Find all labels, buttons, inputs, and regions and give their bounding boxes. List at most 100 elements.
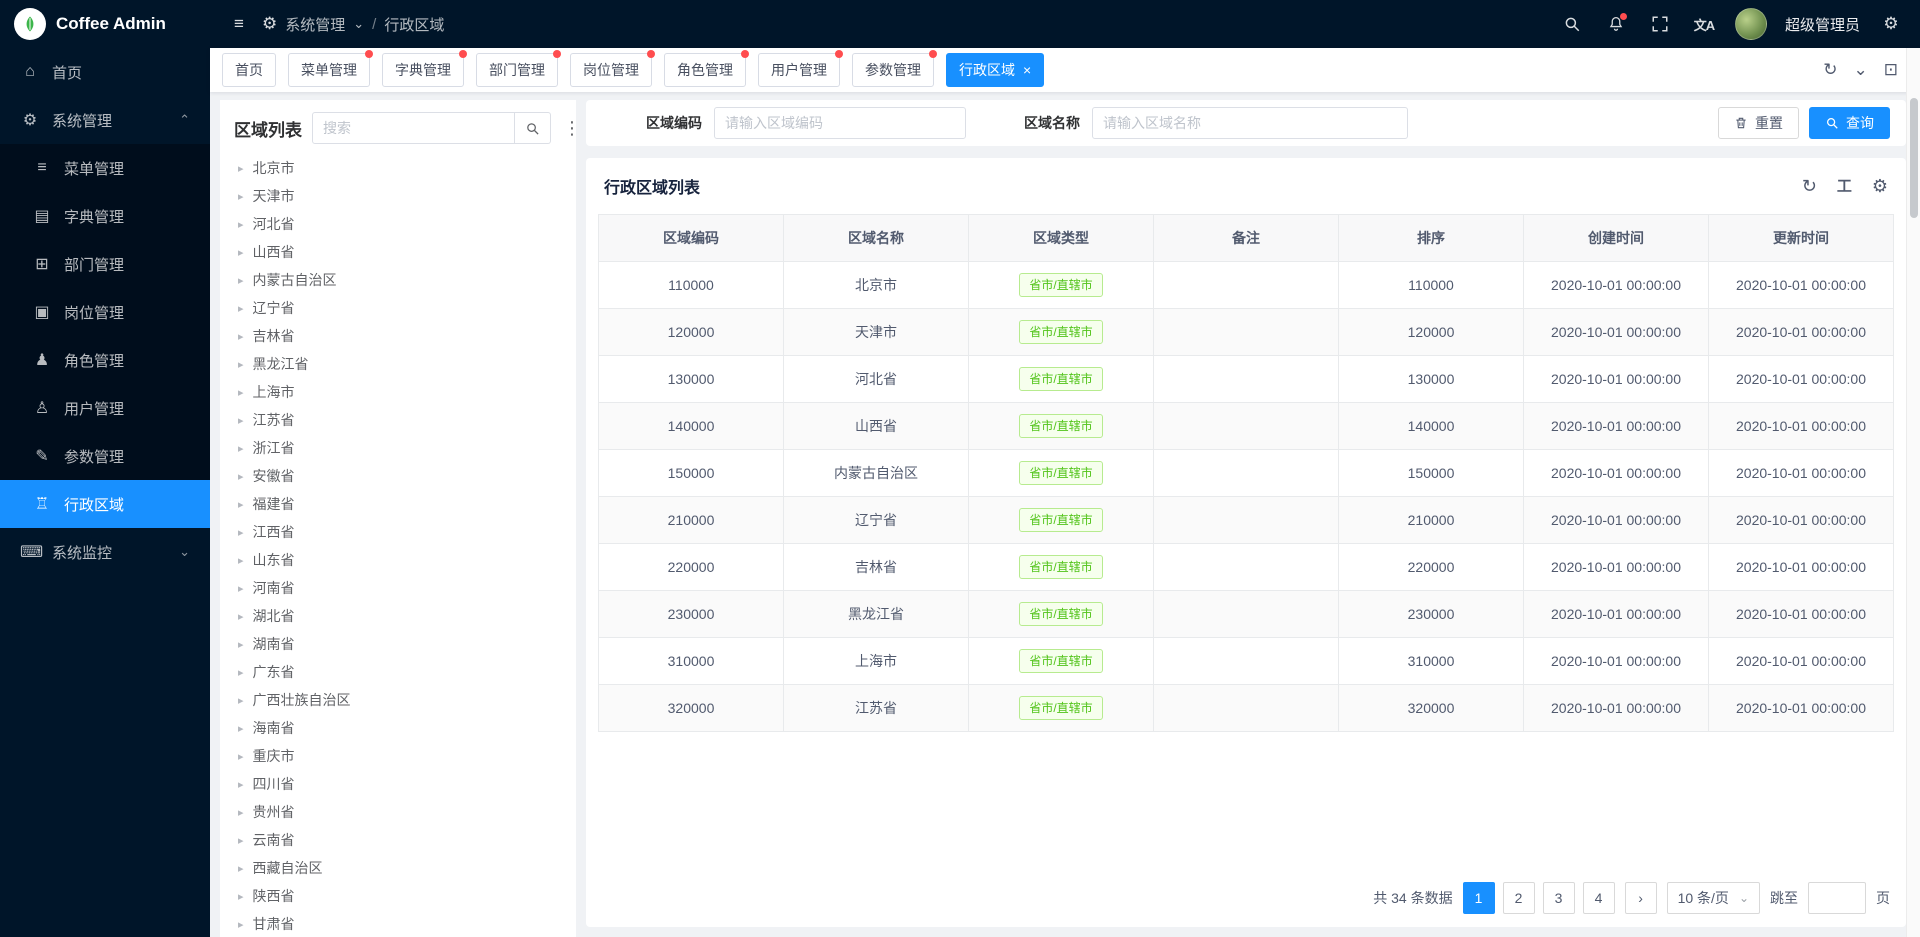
tab-param[interactable]: 参数管理 — [852, 53, 934, 87]
caret-right-icon[interactable]: ▸ — [238, 526, 244, 539]
app-logo[interactable]: Coffee Admin — [0, 0, 210, 48]
tree-node[interactable]: ▸安徽省 — [234, 462, 564, 490]
tree-node[interactable]: ▸吉林省 — [234, 322, 564, 350]
caret-right-icon[interactable]: ▸ — [238, 750, 244, 763]
search-icon[interactable] — [1559, 11, 1585, 37]
caret-right-icon[interactable]: ▸ — [238, 218, 244, 231]
caret-right-icon[interactable]: ▸ — [238, 610, 244, 623]
avatar[interactable] — [1735, 8, 1767, 40]
caret-right-icon[interactable]: ▸ — [238, 442, 244, 455]
caret-right-icon[interactable]: ▸ — [238, 862, 244, 875]
tab-region[interactable]: 行政区域× — [946, 53, 1044, 87]
tree-node[interactable]: ▸湖南省 — [234, 630, 564, 658]
tree-node[interactable]: ▸北京市 — [234, 154, 564, 182]
page-button-2[interactable]: 2 — [1503, 882, 1535, 914]
caret-right-icon[interactable]: ▸ — [238, 638, 244, 651]
tree-node[interactable]: ▸贵州省 — [234, 798, 564, 826]
more-dots-icon[interactable]: ⋮ — [561, 118, 576, 139]
tree-node[interactable]: ▸海南省 — [234, 714, 564, 742]
jump-page-input[interactable] — [1808, 882, 1866, 914]
tree-node[interactable]: ▸江西省 — [234, 518, 564, 546]
settings-gear-icon[interactable]: ⚙ — [1878, 11, 1904, 37]
tab-menu[interactable]: 菜单管理 — [288, 53, 370, 87]
caret-right-icon[interactable]: ▸ — [238, 554, 244, 567]
breadcrumb-root[interactable]: 系统管理 — [285, 14, 345, 35]
tree-node[interactable]: ▸西藏自治区 — [234, 854, 564, 882]
tree-node[interactable]: ▸重庆市 — [234, 742, 564, 770]
caret-right-icon[interactable]: ▸ — [238, 778, 244, 791]
sidebar-item-post[interactable]: ▣岗位管理 — [0, 288, 210, 336]
caret-right-icon[interactable]: ▸ — [238, 498, 244, 511]
tab-dict[interactable]: 字典管理 — [382, 53, 464, 87]
caret-right-icon[interactable]: ▸ — [238, 806, 244, 819]
sidebar-item-home[interactable]: ⌂首页 — [0, 48, 210, 96]
tree-node[interactable]: ▸甘肃省 — [234, 910, 564, 937]
layout-icon[interactable]: ⊡ — [1884, 60, 1898, 80]
tree-node[interactable]: ▸陕西省 — [234, 882, 564, 910]
sidebar-item-user[interactable]: ♙用户管理 — [0, 384, 210, 432]
caret-right-icon[interactable]: ▸ — [238, 694, 244, 707]
tree-node[interactable]: ▸上海市 — [234, 378, 564, 406]
tree-node[interactable]: ▸江苏省 — [234, 406, 564, 434]
tree-node[interactable]: ▸辽宁省 — [234, 294, 564, 322]
sidebar-item-monitor[interactable]: ⌨系统监控⌄ — [0, 528, 210, 576]
user-name[interactable]: 超级管理员 — [1785, 14, 1860, 35]
caret-right-icon[interactable]: ▸ — [238, 918, 244, 931]
region-code-input[interactable] — [714, 107, 966, 139]
tab-post[interactable]: 岗位管理 — [570, 53, 652, 87]
page-button-1[interactable]: 1 — [1463, 882, 1495, 914]
tree-node[interactable]: ▸山西省 — [234, 238, 564, 266]
sidebar-item-param[interactable]: ✎参数管理 — [0, 432, 210, 480]
sidebar-item-dict[interactable]: ▤字典管理 — [0, 192, 210, 240]
refresh-icon[interactable]: ↻ — [1823, 60, 1837, 80]
tree-search-button[interactable] — [515, 112, 551, 144]
caret-right-icon[interactable]: ▸ — [238, 470, 244, 483]
tree-node[interactable]: ▸浙江省 — [234, 434, 564, 462]
sidebar-item-system[interactable]: ⚙系统管理⌃ — [0, 96, 210, 144]
tab-dept[interactable]: 部门管理 — [476, 53, 558, 87]
tab-role[interactable]: 角色管理 — [664, 53, 746, 87]
tree-node[interactable]: ▸内蒙古自治区 — [234, 266, 564, 294]
caret-right-icon[interactable]: ▸ — [238, 414, 244, 427]
page-button-3[interactable]: 3 — [1543, 882, 1575, 914]
translate-icon[interactable]: 文A — [1691, 11, 1717, 37]
tab-user[interactable]: 用户管理 — [758, 53, 840, 87]
page-size-select[interactable]: 10 条/页 ⌄ — [1667, 882, 1760, 914]
collapse-menu-icon[interactable]: ≡ — [226, 11, 252, 37]
tree-node[interactable]: ▸湖北省 — [234, 602, 564, 630]
tree-node[interactable]: ▸广东省 — [234, 658, 564, 686]
caret-right-icon[interactable]: ▸ — [238, 274, 244, 287]
tree-node[interactable]: ▸云南省 — [234, 826, 564, 854]
scrollbar-thumb[interactable] — [1910, 98, 1918, 218]
next-page-button[interactable]: › — [1625, 882, 1657, 914]
caret-right-icon[interactable]: ▸ — [238, 582, 244, 595]
caret-right-icon[interactable]: ▸ — [238, 890, 244, 903]
tree-node[interactable]: ▸山东省 — [234, 546, 564, 574]
caret-right-icon[interactable]: ▸ — [238, 302, 244, 315]
caret-right-icon[interactable]: ▸ — [238, 162, 244, 175]
sidebar-item-region[interactable]: ♖行政区域 — [0, 480, 210, 528]
query-button[interactable]: 查询 — [1809, 107, 1890, 139]
tree-node[interactable]: ▸福建省 — [234, 490, 564, 518]
caret-right-icon[interactable]: ▸ — [238, 358, 244, 371]
density-icon[interactable]: 工 — [1837, 179, 1852, 194]
tab-home[interactable]: 首页 — [222, 53, 276, 87]
column-settings-icon[interactable]: ⚙ — [1872, 177, 1888, 195]
chevron-down-icon[interactable]: ⌄ — [1854, 60, 1868, 80]
fullscreen-icon[interactable] — [1647, 11, 1673, 37]
tree-node[interactable]: ▸河北省 — [234, 210, 564, 238]
region-name-input[interactable] — [1092, 107, 1408, 139]
sidebar-item-dept[interactable]: ⊞部门管理 — [0, 240, 210, 288]
tree-node[interactable]: ▸天津市 — [234, 182, 564, 210]
caret-right-icon[interactable]: ▸ — [238, 246, 244, 259]
page-button-4[interactable]: 4 — [1583, 882, 1615, 914]
caret-right-icon[interactable]: ▸ — [238, 386, 244, 399]
caret-right-icon[interactable]: ▸ — [238, 722, 244, 735]
tree-node[interactable]: ▸河南省 — [234, 574, 564, 602]
reset-button[interactable]: 重置 — [1718, 107, 1799, 139]
caret-right-icon[interactable]: ▸ — [238, 834, 244, 847]
close-icon[interactable]: × — [1023, 63, 1031, 77]
tree-search-input[interactable] — [312, 112, 515, 144]
bell-icon[interactable] — [1603, 11, 1629, 37]
tree-node[interactable]: ▸广西壮族自治区 — [234, 686, 564, 714]
